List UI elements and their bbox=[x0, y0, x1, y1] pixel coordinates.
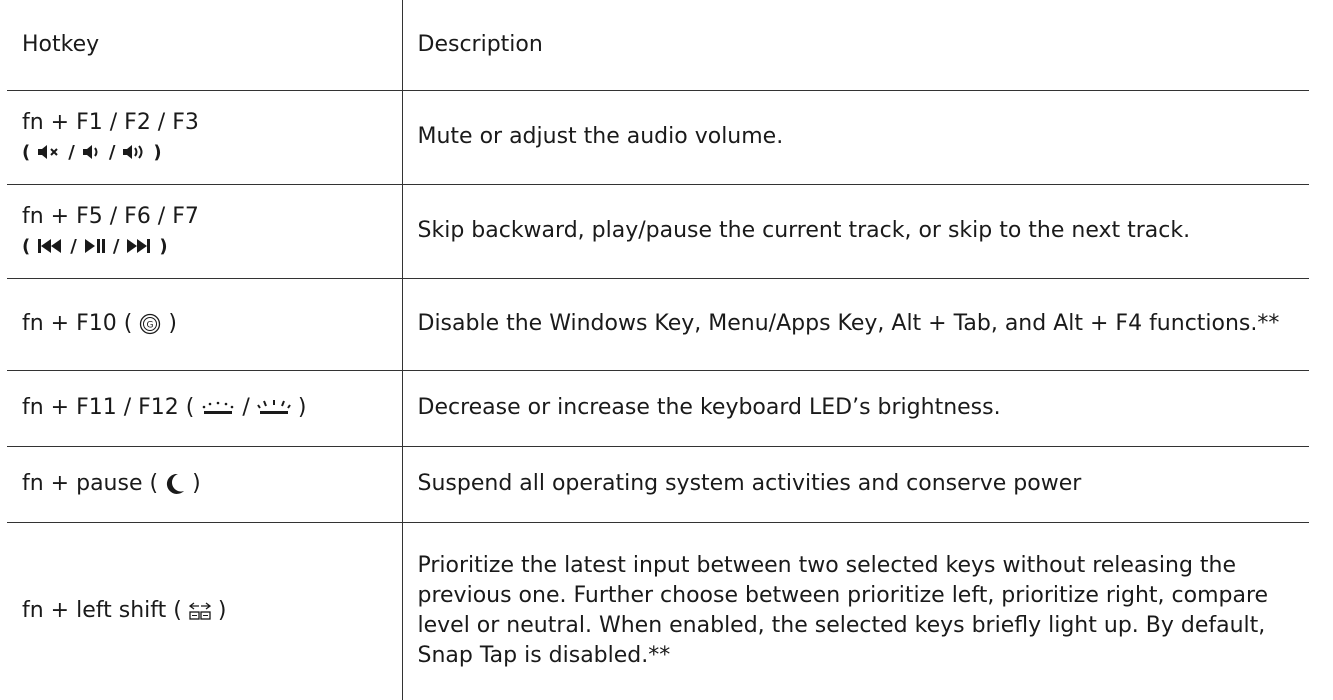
separator: / bbox=[108, 141, 116, 163]
table-row: fn + left shift ( ) Prioritize the lates… bbox=[7, 521, 1309, 700]
volume-up-icon bbox=[122, 144, 146, 160]
table-row: fn + F10 ( G ) Disable the Windows Key, … bbox=[7, 277, 1309, 371]
hotkey-cell: fn + F11 / F12 ( / ) bbox=[7, 369, 403, 447]
hotkey-keys-end: ) bbox=[217, 598, 227, 624]
description-cell: Decrease or increase the keyboard LED’s … bbox=[401, 369, 1309, 447]
hotkey-keys: fn + F1 / F2 / F3 bbox=[22, 109, 199, 135]
hotkey-keys: fn + left shift ( bbox=[22, 598, 182, 624]
table-row: fn + pause ( ) Suspend all operating sys… bbox=[7, 445, 1309, 523]
close-paren: ) bbox=[159, 235, 168, 257]
table-header-row: Hotkey Description bbox=[7, 0, 1309, 91]
description-cell: Disable the Windows Key, Menu/Apps Key, … bbox=[401, 277, 1309, 371]
description-cell: Mute or adjust the audio volume. bbox=[401, 89, 1309, 185]
snap-tap-icon bbox=[188, 601, 211, 621]
hotkey-cell: fn + F10 ( G ) bbox=[7, 277, 403, 371]
description-cell: Suspend all operating system activities … bbox=[401, 445, 1309, 523]
separator: / bbox=[70, 235, 77, 257]
hotkey-table: Hotkey Description fn + F1 / F2 / F3 ( /… bbox=[7, 0, 1309, 700]
hotkey-cell: fn + F5 / F6 / F7 ( / / ) bbox=[7, 183, 403, 279]
separator: / bbox=[242, 395, 250, 420]
hotkey-keys-end: ) bbox=[168, 311, 177, 336]
close-paren: ) bbox=[153, 141, 162, 163]
hotkey-keys-end: ) bbox=[192, 471, 201, 496]
hotkey-cell: fn + pause ( ) bbox=[7, 445, 403, 523]
mute-icon bbox=[37, 144, 61, 160]
open-paren: ( bbox=[22, 141, 31, 163]
hotkey-keys: fn + F5 / F6 / F7 bbox=[22, 203, 199, 229]
svg-text:G: G bbox=[147, 321, 154, 331]
hotkey-cell: fn + F1 / F2 / F3 ( / / ) bbox=[7, 89, 403, 185]
description-cell: Prioritize the latest input between two … bbox=[401, 521, 1309, 700]
gaming-mode-icon: G bbox=[139, 313, 161, 335]
sleep-moon-icon bbox=[165, 473, 185, 495]
description-column-header: Description bbox=[401, 0, 1309, 91]
brightness-up-icon bbox=[256, 399, 291, 417]
next-track-icon bbox=[126, 238, 152, 254]
separator: / bbox=[68, 141, 75, 163]
hotkey-icons: ( / / ) bbox=[22, 138, 387, 167]
hotkey-column-header: Hotkey bbox=[7, 0, 403, 91]
description-cell: Skip backward, play/pause the current tr… bbox=[401, 183, 1309, 279]
play-pause-icon bbox=[84, 238, 106, 254]
table-row: fn + F11 / F12 ( / ) Decrease or increas… bbox=[7, 369, 1309, 447]
brightness-down-icon bbox=[201, 399, 235, 417]
hotkey-keys-end: ) bbox=[297, 395, 307, 420]
hotkey-cell: fn + left shift ( ) bbox=[7, 521, 403, 700]
hotkey-keys: fn + pause ( bbox=[22, 471, 159, 496]
table-row: fn + F5 / F6 / F7 ( / / ) Skip backward,… bbox=[7, 183, 1309, 279]
previous-track-icon bbox=[37, 238, 63, 254]
hotkey-icons: ( / / ) bbox=[22, 232, 387, 261]
hotkey-keys: fn + F11 / F12 ( bbox=[22, 395, 195, 420]
open-paren: ( bbox=[22, 235, 31, 257]
hotkey-keys: fn + F10 ( bbox=[22, 311, 133, 336]
volume-down-icon bbox=[82, 144, 102, 160]
table-row: fn + F1 / F2 / F3 ( / / ) Mute or adjust… bbox=[7, 89, 1309, 185]
separator: / bbox=[112, 235, 120, 257]
